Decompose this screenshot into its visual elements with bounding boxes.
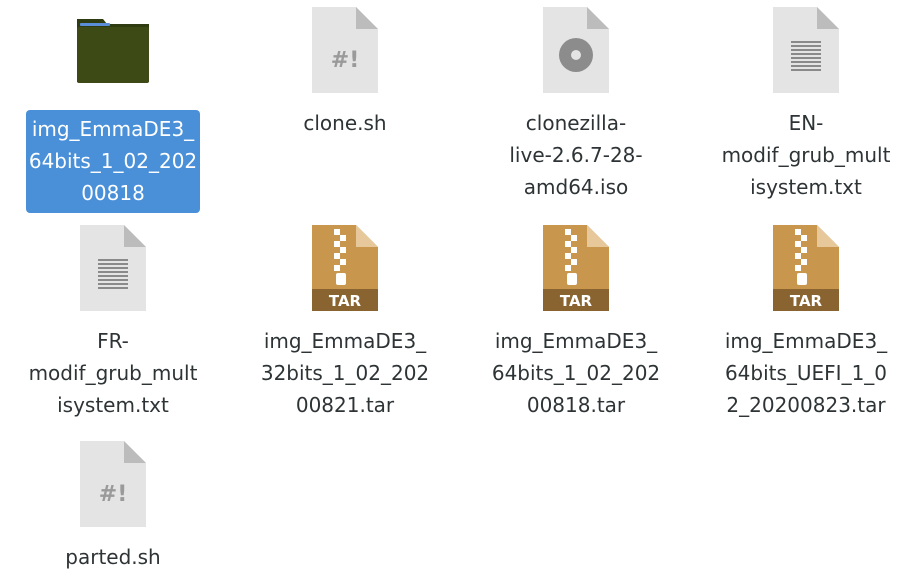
svg-text:#!: #! bbox=[99, 482, 127, 507]
svg-text:TAR: TAR bbox=[560, 292, 593, 310]
text-file-icon bbox=[8, 225, 218, 315]
file-name: FR- modif_grub_mult isystem.txt bbox=[28, 329, 198, 417]
file-name: clonezilla- live-2.6.7-28- amd64.iso bbox=[509, 111, 643, 199]
file-icon-grid: img_EmmaDE3_ 64bits_1_02_202 00818 #! cl… bbox=[0, 0, 911, 569]
file-name: clone.sh bbox=[303, 111, 387, 135]
file-name: img_EmmaDE3_ 64bits_UEFI_1_0 2_20200823.… bbox=[724, 329, 888, 417]
file-item-tar[interactable]: TAR img_EmmaDE3_ 32bits_1_02_202 00821.t… bbox=[240, 225, 450, 425]
svg-text:TAR: TAR bbox=[790, 292, 823, 310]
tar-archive-icon: TAR bbox=[701, 225, 911, 315]
svg-text:TAR: TAR bbox=[329, 292, 362, 310]
file-item-tar[interactable]: TAR img_EmmaDE3_ 64bits_1_02_202 00818.t… bbox=[471, 225, 681, 425]
tar-archive-icon: TAR bbox=[240, 225, 450, 315]
file-item-script[interactable]: #! clone.sh bbox=[240, 7, 450, 143]
script-icon: #! bbox=[240, 7, 450, 97]
file-name: img_EmmaDE3_ 64bits_1_02_202 00818.tar bbox=[491, 329, 661, 417]
script-icon: #! bbox=[8, 441, 218, 531]
file-item-folder[interactable]: img_EmmaDE3_ 64bits_1_02_202 00818 bbox=[8, 13, 218, 213]
file-item-script[interactable]: #! parted.sh bbox=[8, 441, 218, 577]
folder-icon bbox=[8, 13, 218, 103]
file-item-tar[interactable]: TAR img_EmmaDE3_ 64bits_UEFI_1_0 2_20200… bbox=[701, 225, 911, 425]
file-name: parted.sh bbox=[65, 545, 161, 569]
file-item-text[interactable]: EN- modif_grub_mult isystem.txt bbox=[701, 7, 911, 207]
text-file-icon bbox=[701, 7, 911, 97]
file-name: img_EmmaDE3_ 64bits_1_02_202 00818 bbox=[25, 110, 201, 213]
file-item-iso[interactable]: clonezilla- live-2.6.7-28- amd64.iso bbox=[471, 7, 681, 207]
file-item-text[interactable]: FR- modif_grub_mult isystem.txt bbox=[8, 225, 218, 425]
disc-image-icon bbox=[471, 7, 681, 97]
file-name: EN- modif_grub_mult isystem.txt bbox=[721, 111, 891, 199]
svg-text:#!: #! bbox=[331, 48, 359, 73]
file-name: img_EmmaDE3_ 32bits_1_02_202 00821.tar bbox=[260, 329, 430, 417]
tar-archive-icon: TAR bbox=[471, 225, 681, 315]
